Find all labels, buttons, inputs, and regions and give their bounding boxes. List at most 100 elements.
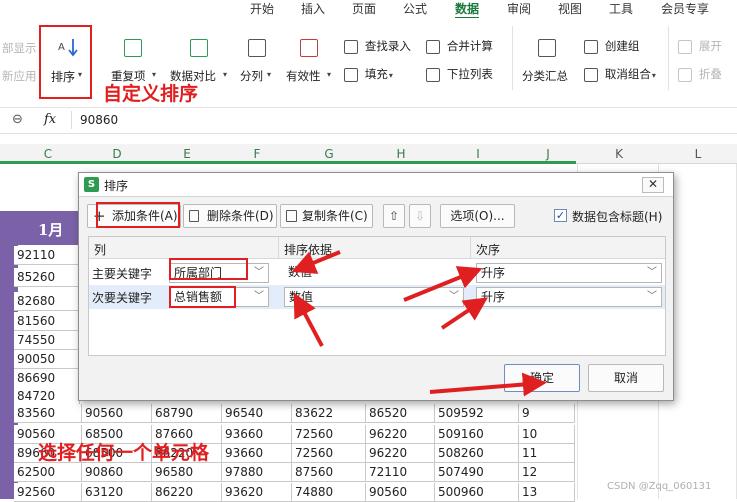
primary-order-select[interactable]: 升序 ﹀ xyxy=(476,263,662,283)
collapse-button[interactable]: 折叠 xyxy=(678,66,734,86)
month-header-cell[interactable]: 1月 xyxy=(0,211,80,245)
col-header[interactable]: D xyxy=(107,147,127,161)
col-header[interactable]: L xyxy=(688,147,708,161)
move-up-button[interactable]: ⇧ xyxy=(383,204,405,228)
table-cell[interactable]: 13 xyxy=(519,483,575,502)
primary-basis-select[interactable]: 数值 xyxy=(284,263,464,283)
tab-formula[interactable]: 公式 xyxy=(403,0,427,17)
secondary-order-select[interactable]: 升序 ﹀ xyxy=(476,287,662,307)
zoom-icon[interactable]: ⊖ xyxy=(12,112,23,127)
tab-page[interactable]: 页面 xyxy=(352,0,376,17)
table-cell[interactable]: 507490 xyxy=(435,463,519,482)
table-cell[interactable]: 96540 xyxy=(222,404,292,423)
table-cell[interactable]: 509160 xyxy=(435,425,519,444)
col-header[interactable]: I xyxy=(468,147,488,161)
table-cell[interactable]: 96220 xyxy=(366,425,435,444)
cell[interactable]: 74550 xyxy=(14,331,80,350)
cell[interactable]: 90050 xyxy=(14,350,80,369)
table-cell[interactable]: 83560 xyxy=(14,404,82,423)
close-icon[interactable]: ✕ xyxy=(642,177,664,193)
copy-icon xyxy=(286,210,297,222)
table-cell[interactable]: 9 xyxy=(519,404,575,423)
table-cell[interactable]: 10 xyxy=(519,425,575,444)
table-cell[interactable]: 68790 xyxy=(152,404,222,423)
col-header[interactable]: E xyxy=(177,147,197,161)
cell[interactable]: 82680 xyxy=(14,292,80,311)
reapply-button[interactable]: 新应用 xyxy=(2,68,37,84)
cancel-button[interactable]: 取消 xyxy=(588,364,664,392)
table-cell[interactable]: 90560 xyxy=(82,404,152,423)
table-cell[interactable]: 86220 xyxy=(152,483,222,502)
find-entry-button[interactable]: 查找录入 xyxy=(344,38,420,58)
fill-button[interactable]: 填充▾ xyxy=(344,66,420,86)
table-cell[interactable]: 93620 xyxy=(222,483,292,502)
ok-button[interactable]: 确定 xyxy=(504,364,580,392)
show-all-button[interactable]: 部显示 xyxy=(2,40,37,56)
col-header[interactable]: H xyxy=(391,147,411,161)
has-header-checkbox[interactable]: ✓ xyxy=(554,209,567,222)
tab-data[interactable]: 数据 xyxy=(455,0,480,19)
table-cell[interactable]: 86520 xyxy=(366,404,435,423)
dialog-titlebar: S 排序 ✕ xyxy=(79,173,673,197)
table-cell[interactable]: 500960 xyxy=(435,483,519,502)
copy-condition-button[interactable]: 复制条件(C) xyxy=(280,204,373,228)
table-cell[interactable]: 92560 xyxy=(14,483,82,502)
ungroup-button[interactable]: 取消组合▾ xyxy=(584,66,664,86)
dialog-title: 排序 xyxy=(104,179,129,193)
tab-insert[interactable]: 插入 xyxy=(301,0,325,17)
col-header[interactable]: G xyxy=(319,147,339,161)
table-cell[interactable]: 96220 xyxy=(366,444,435,463)
cell[interactable]: 81560 xyxy=(14,312,80,331)
tab-member[interactable]: 会员专享 xyxy=(661,0,709,17)
move-down-button[interactable]: ⇩ xyxy=(409,204,431,228)
cell[interactable]: 92110 xyxy=(14,246,80,265)
cell[interactable]: 86690 xyxy=(14,369,80,388)
table-cell[interactable]: 63120 xyxy=(82,483,152,502)
tab-home[interactable]: 开始 xyxy=(250,0,274,17)
create-group-button[interactable]: 创建组 xyxy=(584,38,660,58)
subtotal-button[interactable]: 分类汇总 xyxy=(520,36,574,96)
table-cell[interactable]: 11 xyxy=(519,444,575,463)
table-cell[interactable]: 509592 xyxy=(435,404,519,423)
table-cell[interactable]: 97880 xyxy=(222,463,292,482)
col-header[interactable]: K xyxy=(609,147,629,161)
formula-bar: ⊖ fx 90860 xyxy=(0,108,737,134)
table-cell[interactable]: 72110 xyxy=(366,463,435,482)
delete-condition-button[interactable]: 删除条件(D) xyxy=(183,204,277,228)
table-cell[interactable]: 93660 xyxy=(222,444,292,463)
formula-input[interactable]: 90860 xyxy=(80,113,118,127)
secondary-basis-select[interactable]: 数值 ﹀ xyxy=(284,287,464,307)
tab-review[interactable]: 审阅 xyxy=(507,0,531,17)
table-cell[interactable]: 96580 xyxy=(152,463,222,482)
validity-icon xyxy=(300,39,318,57)
col-header[interactable]: C xyxy=(38,147,58,161)
validity-button[interactable]: 有效性 ▾ xyxy=(282,36,338,96)
table-cell[interactable]: 508260 xyxy=(435,444,519,463)
tab-tools[interactable]: 工具 xyxy=(609,0,633,17)
table-cell[interactable]: 74880 xyxy=(292,483,366,502)
table-cell[interactable]: 72560 xyxy=(292,425,366,444)
annotation-custom-sort: 自定义排序 xyxy=(103,83,199,105)
table-cell[interactable]: 62500 xyxy=(14,463,82,482)
table-cell[interactable]: 83622 xyxy=(292,404,366,423)
group-icon xyxy=(584,39,598,54)
table-cell[interactable]: 12 xyxy=(519,463,575,482)
table-cell[interactable]: 72560 xyxy=(292,444,366,463)
split-column-button[interactable]: 分列 ▾ xyxy=(236,36,276,96)
col-header[interactable]: F xyxy=(247,147,267,161)
trash-icon xyxy=(189,210,199,222)
collapse-icon xyxy=(678,67,692,82)
table-header: 列 排序依据 次序 xyxy=(89,237,665,259)
cell[interactable]: 85260 xyxy=(14,268,80,287)
expand-button[interactable]: 展开 xyxy=(678,38,734,58)
options-button[interactable]: 选项(O)... xyxy=(440,204,515,228)
table-cell[interactable]: 87560 xyxy=(292,463,366,482)
tab-view[interactable]: 视图 xyxy=(558,0,582,17)
table-cell[interactable]: 93660 xyxy=(222,425,292,444)
consolidate-button[interactable]: 合并计算 xyxy=(426,38,506,58)
table-cell[interactable]: 90560 xyxy=(366,483,435,502)
dropdown-list-button[interactable]: 下拉列表 xyxy=(426,66,506,86)
fx-icon[interactable]: fx xyxy=(44,112,56,127)
col-header[interactable]: J xyxy=(538,147,558,161)
table-cell[interactable]: 90860 xyxy=(82,463,152,482)
